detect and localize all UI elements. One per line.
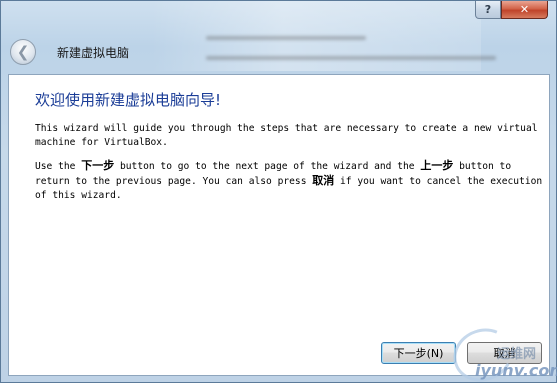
back-button[interactable]: ❮ (10, 39, 36, 65)
close-button[interactable]: ✕ (501, 1, 548, 19)
background-blur-text (206, 36, 366, 40)
watermark-url: iyunv.com (475, 361, 557, 380)
page-heading: 欢迎使用新建虚拟电脑向导! (35, 91, 222, 109)
cancel-keyword: 取消 (312, 174, 335, 187)
intro-paragraph: This wizard will guide you through the s… (35, 123, 544, 148)
background-blur-text (206, 56, 496, 60)
text-segment: Use the (35, 161, 82, 172)
watermark-text: 运维网 (497, 347, 537, 362)
instructions-paragraph: Use the 下一步 button to go to the next pag… (35, 159, 545, 203)
content-panel: 欢迎使用新建虚拟电脑向导! This wizard will guide you… (8, 74, 550, 376)
help-button[interactable]: ? (475, 1, 501, 19)
text-segment: button to go to the next page of the wiz… (114, 161, 421, 172)
next-button[interactable]: 下一步(N) (381, 342, 456, 364)
back-keyword: 上一步 (420, 159, 454, 172)
wizard-title: 新建虚拟电脑 (57, 46, 130, 60)
back-arrow-icon: ❮ (16, 42, 30, 61)
wizard-window: ? ✕ ❮ 新建虚拟电脑 欢迎使用新建虚拟电脑向导! This wizard w… (0, 0, 557, 383)
next-keyword: 下一步 (81, 159, 115, 172)
